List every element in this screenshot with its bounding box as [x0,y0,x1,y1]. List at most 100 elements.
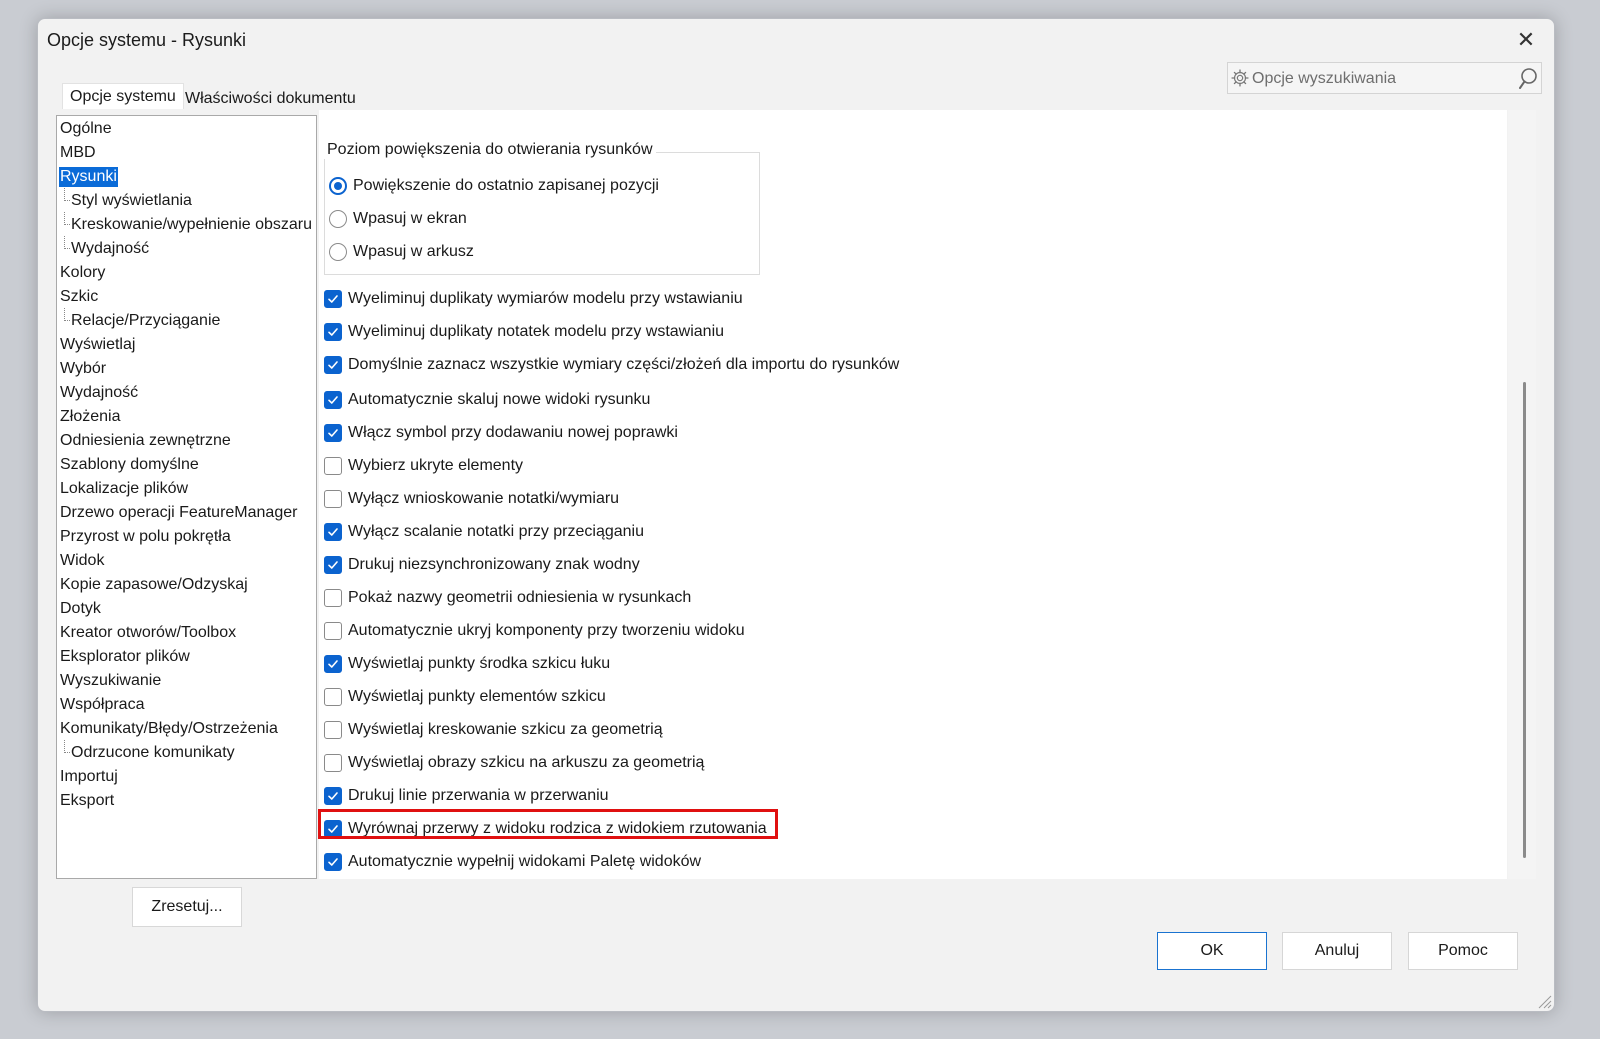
tree-item-komunikaty[interactable]: Komunikaty/Błędy/Ostrzeżenia [60,719,278,739]
search-box[interactable]: Opcje wyszukiwania [1227,62,1542,94]
resize-grip-icon[interactable] [1536,993,1552,1009]
help-button[interactable]: Pomoc [1408,932,1518,970]
checkbox[interactable] [324,622,342,640]
checkbox-option[interactable]: Automatycznie wypełnij widokami Paletę w… [324,850,701,874]
checkbox[interactable] [324,820,342,838]
checkbox-option[interactable]: Automatycznie skaluj nowe widoki rysunku [324,388,650,412]
scroll-thumb[interactable] [1523,382,1526,858]
tree-item-zlozenia[interactable]: Złożenia [60,407,120,427]
checkbox[interactable] [324,556,342,574]
tree-item-kopie[interactable]: Kopie zapasowe/Odzyskaj [60,575,248,595]
checkbox[interactable] [324,457,342,475]
checkbox-option[interactable]: Wyrównaj przerwy z widoku rodzica z wido… [324,817,767,841]
ok-button[interactable]: OK [1157,932,1267,970]
checkbox[interactable] [324,787,342,805]
checkbox-option[interactable]: Wyświetlaj obrazy szkicu na arkuszu za g… [324,751,704,775]
radio-label: Powiększenie do ostatnio zapisanej pozyc… [353,177,659,194]
checkbox-label: Wyłącz wnioskowanie notatki/wymiaru [348,490,620,507]
checkbox[interactable] [324,391,342,409]
tree-item-widok[interactable]: Widok [60,551,104,571]
tree-item-eksport[interactable]: Eksport [60,791,114,811]
checkbox[interactable] [324,721,342,739]
radio-label: Wpasuj w ekran [353,210,467,227]
cancel-button[interactable]: Anuluj [1282,932,1392,970]
radio-fit-screen[interactable]: Wpasuj w ekran [329,207,467,231]
checkbox-label: Wybierz ukryte elementy [348,457,524,474]
tree-item-kolory[interactable]: Kolory [60,263,105,283]
tree-item-eksplorator[interactable]: Eksplorator plików [60,647,190,667]
tree-item-kreskowanie[interactable]: Kreskowanie/wypełnienie obszaru [63,212,312,235]
checkbox[interactable] [324,589,342,607]
tree-item-importuj[interactable]: Importuj [60,767,118,787]
tree-item-przyrost[interactable]: Przyrost w polu pokrętła [60,527,231,547]
tree-item-dotyk[interactable]: Dotyk [60,599,101,619]
tree-item-odniesienia[interactable]: Odniesienia zewnętrzne [60,431,231,451]
checkbox[interactable] [324,523,342,541]
tree-item-wydajnosc[interactable]: Wydajność [60,383,138,403]
checkbox-label: Automatycznie wypełnij widokami Paletę w… [348,853,702,870]
checkbox-label: Drukuj niezsynchronizowany znak wodny [348,556,640,573]
tab-document-properties[interactable]: Właściwości dokumentu [178,86,363,111]
checkbox-option[interactable]: Wyeliminuj duplikaty wymiarów modelu prz… [324,287,743,311]
checkbox[interactable] [324,323,342,341]
tree-item-featuremanager[interactable]: Drzewo operacji FeatureManager [60,503,297,523]
checkbox-option[interactable]: Wyłącz scalanie notatki przy przeciągani… [324,520,644,544]
checkbox-option[interactable]: Wyświetlaj punkty elementów szkicu [324,685,606,709]
checkbox-option[interactable]: Pokaż nazwy geometrii odniesienia w rysu… [324,586,691,610]
checkbox-option[interactable]: Domyślnie zaznacz wszystkie wymiary częś… [324,353,899,377]
checkmark-icon [328,825,338,833]
checkbox-label: Domyślnie zaznacz wszystkie wymiary częś… [348,356,900,373]
reset-button[interactable]: Zresetuj... [132,887,242,927]
checkbox-label: Włącz symbol przy dodawaniu nowej popraw… [348,424,678,441]
checkbox[interactable] [324,688,342,706]
checkbox[interactable] [324,356,342,374]
checkbox[interactable] [324,655,342,673]
checkbox[interactable] [324,853,342,871]
tree-item-wydajnosc-rysunki[interactable]: Wydajność [63,236,149,259]
tree-item-szablony[interactable]: Szablony domyślne [60,455,199,475]
tree-item-styl-wyswietlania[interactable]: Styl wyświetlania [64,188,192,211]
radio-button[interactable] [329,210,347,228]
checkbox-label: Wyświetlaj obrazy szkicu na arkuszu za g… [348,754,705,771]
checkbox-option[interactable]: Wyświetlaj kreskowanie szkicu za geometr… [324,718,663,742]
gear-icon [1231,69,1249,87]
checkbox[interactable] [324,490,342,508]
tree-item-lokalizacje[interactable]: Lokalizacje plików [60,479,188,499]
checkbox-option[interactable]: Wyświetlaj punkty środka szkicu łuku [324,652,610,676]
search-placeholder: Opcje wyszukiwania [1252,70,1397,87]
checkbox-option[interactable]: Automatycznie ukryj komponenty przy twor… [324,619,745,643]
tab-system-options[interactable]: Opcje systemu [62,83,184,109]
magnifier-icon[interactable] [1517,67,1539,91]
checkbox-option[interactable]: Drukuj linie przerwania w przerwaniu [324,784,609,808]
checkmark-icon [328,561,338,569]
zoom-group-title: Poziom powiększenia do otwierania rysunk… [324,141,656,159]
tree-item-ogolne[interactable]: Ogólne [60,119,112,139]
checkbox[interactable] [324,290,342,308]
radio-button[interactable] [329,177,347,195]
radio-button[interactable] [329,243,347,261]
checkbox-label: Wyświetlaj kreskowanie szkicu za geometr… [348,721,663,738]
checkbox-option[interactable]: Wyłącz wnioskowanie notatki/wymiaru [324,487,619,511]
tree-item-relacje[interactable]: Relacje/Przyciąganie [63,308,220,331]
checkbox[interactable] [324,424,342,442]
checkbox-option[interactable]: Wybierz ukryte elementy [324,454,523,478]
tree-item-wyswietlaj[interactable]: Wyświetlaj [60,335,135,355]
scrollbar[interactable] [1508,110,1536,879]
close-button[interactable]: ✕ [1506,23,1546,57]
checkbox-option[interactable]: Włącz symbol przy dodawaniu nowej popraw… [324,421,678,445]
checkbox-option[interactable]: Wyeliminuj duplikaty notatek modelu przy… [324,320,724,344]
checkbox[interactable] [324,754,342,772]
radio-fit-sheet[interactable]: Wpasuj w arkusz [329,240,474,264]
tree-item-kreator[interactable]: Kreator otworów/Toolbox [60,623,236,643]
tree-item-wyszukiwanie[interactable]: Wyszukiwanie [60,671,161,691]
tree-item-wspolpraca[interactable]: Współpraca [60,695,144,715]
options-dialog: Opcje systemu - Rysunki ✕ Opcje systemu … [37,18,1555,1012]
radio-last-saved[interactable]: Powiększenie do ostatnio zapisanej pozyc… [329,174,659,198]
tree-item-szkic[interactable]: Szkic [60,287,98,307]
tree-item-rysunki[interactable]: Rysunki [59,167,118,187]
tree-item-odrzucone[interactable]: Odrzucone komunikaty [64,740,235,763]
tree-item-mbd[interactable]: MBD [60,143,96,163]
checkmark-icon [328,660,338,668]
checkbox-option[interactable]: Drukuj niezsynchronizowany znak wodny [324,553,640,577]
tree-item-wybor[interactable]: Wybór [60,359,106,379]
